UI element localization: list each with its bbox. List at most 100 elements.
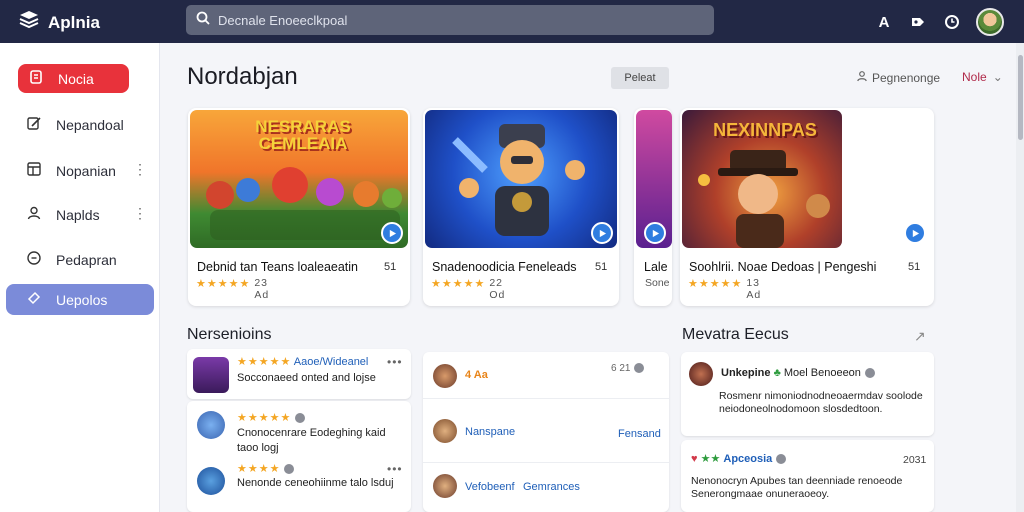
avatar [433, 474, 457, 498]
sidebar-item-user[interactable]: Naplds ⋮ [6, 199, 154, 230]
game-title: Soohlrii. Noae Dedoas | Pengeshi [689, 260, 877, 274]
rating-count: 23 Ad [254, 277, 270, 301]
info-icon [634, 363, 645, 374]
font-icon[interactable]: A [874, 12, 894, 32]
game-rank: 51 [384, 261, 397, 273]
list-item[interactable]: ★★★★★ Aaoe/Wideanel Socconaeed onted and… [187, 349, 411, 399]
play-icon[interactable] [591, 222, 613, 244]
info-icon [284, 464, 295, 475]
game-card[interactable]: Snadenoodicia Feneleads 51 ★★★★★ 22 Od [423, 108, 619, 306]
row-name: Unkepine [721, 367, 771, 379]
rating-count: Sone [645, 277, 670, 289]
top-bar: Aplnia A [0, 0, 1024, 43]
scrollbar-thumb[interactable] [1018, 55, 1023, 140]
link-icon [26, 290, 42, 309]
meta-value: 6 21 [611, 363, 631, 374]
rating-stars: ★★★★★ 22 Od [431, 277, 506, 301]
game-title: Snadenoodicia Feneleads [432, 260, 577, 274]
row-right[interactable]: Fensand [618, 427, 661, 442]
list-panel: 4 Aa 6 21 Nanspane Fensand Vefobeenf Gem… [423, 352, 669, 512]
search-bar[interactable] [186, 5, 714, 35]
play-icon[interactable] [644, 222, 666, 244]
game-art-text: NESRARAS CEMLEAIA [255, 117, 351, 153]
divider [423, 462, 669, 463]
avatar [433, 419, 457, 443]
row-name: Apceosia [723, 453, 773, 465]
play-icon[interactable] [381, 222, 403, 244]
row-count: 2031 [903, 454, 927, 466]
game-card[interactable]: NESRARAS CEMLEAIA Debnid tan Teans loale… [188, 108, 410, 306]
game-card[interactable]: NEXINNPAS Soohlrii. Noae Dedoas | Penges… [680, 108, 934, 306]
row-text: Socconaeed onted and lojse [237, 372, 376, 384]
clock-icon[interactable] [942, 12, 962, 32]
sidebar-item-label: Nocia [58, 70, 94, 87]
search-icon [196, 11, 210, 30]
chat-icon [26, 250, 42, 269]
rating-stars: ★★★★★ 13 Ad [688, 277, 762, 301]
info-icon [295, 413, 306, 424]
search-input[interactable] [218, 12, 698, 28]
row-title: Aaoe/Wideanel [293, 356, 369, 368]
filter-pill[interactable]: Peleat [611, 67, 669, 89]
user-icon [26, 205, 42, 224]
row-text: Rosmenr nimoniodnodneoaermdav soolodenei… [719, 390, 923, 415]
sidebar-item-home[interactable]: Nocia [18, 64, 129, 93]
play-icon[interactable] [904, 222, 926, 244]
row-name[interactable]: Nanspane [465, 425, 515, 440]
row-badge: 4 Aa [465, 369, 488, 381]
sidebar-item-label: Naplds [56, 206, 100, 223]
rating-row: ★★★★★ [237, 411, 306, 426]
section-title: Mevatra Eecus [682, 326, 789, 343]
sidebar-item-label: Pedapran [56, 251, 117, 268]
game-rank: 51 [908, 261, 921, 273]
sidebar-item-links[interactable]: Uepolos [6, 284, 154, 315]
rating-count: 13 Ad [746, 277, 762, 301]
divider [423, 398, 669, 399]
heart-icon: ♥ [691, 453, 698, 465]
rating-stars: ★★★★★ 23 Ad [196, 277, 270, 301]
sidebar-item-chat[interactable]: Pedapran [6, 244, 154, 275]
avatar [689, 362, 713, 386]
sidebar-item-edit[interactable]: Nepandoal [6, 109, 154, 140]
peer-filter[interactable]: Pegnenonge [856, 70, 940, 85]
sidebar: Nocia Nepandoal Nopanian ⋮ Naplds ⋮ Peda… [0, 43, 160, 512]
more-icon[interactable]: ⋮ [133, 161, 147, 178]
edit-icon [26, 115, 42, 134]
more-icon[interactable]: ••• [387, 462, 403, 476]
badge-icon: ★★ [700, 453, 721, 465]
row-header: ★★★★★ Aaoe/Wideanel [237, 355, 368, 370]
peer-label: Pegnenonge [872, 70, 941, 85]
layout-icon [26, 161, 42, 180]
rating-stars: ★★★★★ [237, 356, 292, 368]
info-icon [864, 368, 875, 379]
sidebar-item-layout[interactable]: Nopanian ⋮ [6, 155, 154, 186]
app-brand[interactable]: Aplnia [18, 9, 100, 36]
more-icon[interactable]: ⋮ [133, 205, 147, 222]
mode-label: Nole [962, 70, 987, 84]
tag-icon[interactable] [908, 12, 928, 32]
row-text: Nenonocryn Apubes tan deenniade renoeode… [691, 475, 903, 500]
person-icon [856, 70, 868, 85]
list-item[interactable]: Unkepine ♣ Moel Benoeeon Rosmenr nimonio… [681, 352, 934, 436]
mode-dropdown[interactable]: Nole ⌄ [962, 70, 1003, 84]
user-avatar[interactable] [976, 8, 1004, 36]
game-thumbnail: NESRARAS CEMLEAIA [190, 110, 408, 248]
game-title: Debnid tan Teans loaleaeatin [197, 260, 359, 274]
list-panel: ★★★★★ Cnonocenrare Eodeghing kaid taoo l… [187, 401, 411, 512]
rating-stars: ★★★★ [237, 463, 281, 475]
sidebar-item-label: Uepolos [56, 291, 108, 308]
list-item[interactable]: ♥ ★★ Apceosia 2031 Nenonocryn Apubes tan… [681, 440, 934, 512]
more-icon[interactable]: ••• [387, 355, 403, 369]
avatar [197, 467, 225, 495]
arrow-icon[interactable]: ↗ [914, 328, 926, 345]
sidebar-item-label: Nepandoal [56, 116, 124, 133]
row-name[interactable]: Vefobeenf [465, 480, 515, 495]
row-header: Unkepine ♣ Moel Benoeeon [721, 366, 875, 381]
game-rank: 51 [595, 261, 608, 273]
page-title: Nordabjan [187, 63, 298, 90]
rating-row: ★★★★ [237, 462, 295, 477]
row-right[interactable]: Gemrances [523, 480, 580, 495]
avatar [433, 364, 457, 388]
document-icon [28, 69, 44, 88]
game-card[interactable]: Lale Sone [634, 108, 672, 306]
